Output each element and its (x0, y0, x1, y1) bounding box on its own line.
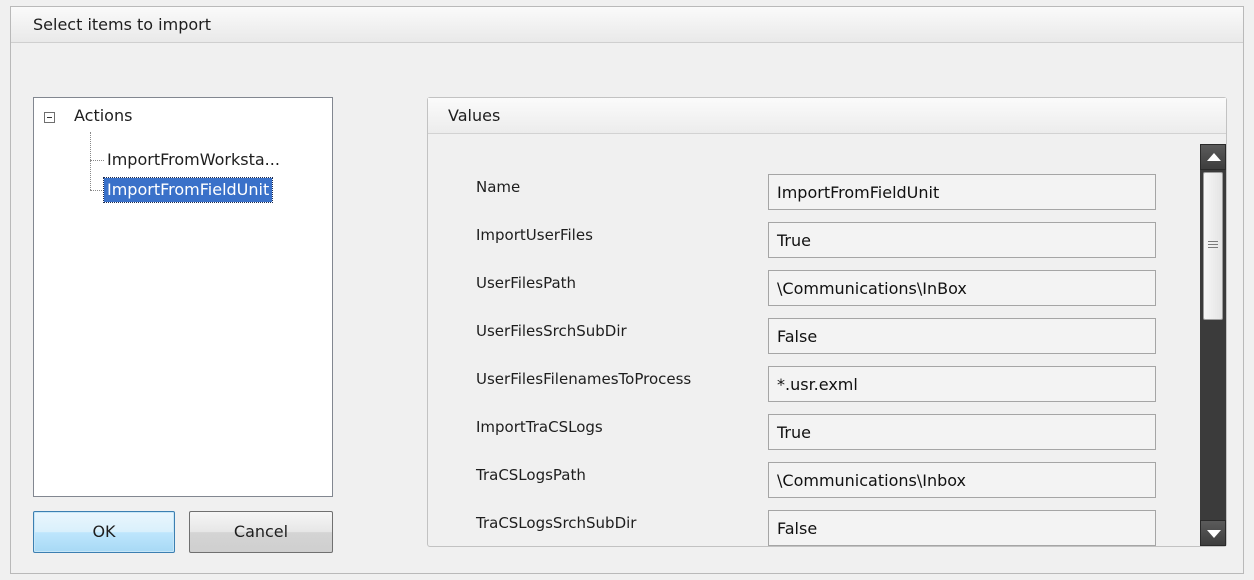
grip-icon (1208, 241, 1218, 242)
dialog-title: Select items to import (11, 7, 1243, 43)
value-row: TraCSLogsSrchSubDir False (428, 510, 1198, 546)
vertical-scrollbar[interactable] (1200, 144, 1226, 546)
tree-connector (90, 190, 104, 191)
value-field[interactable]: True (768, 414, 1156, 450)
tree-item-importfromworkstation[interactable]: ImportFromWorksta... (104, 148, 283, 172)
scroll-down-button[interactable] (1200, 520, 1226, 546)
value-row: UserFilesSrchSubDir False (428, 318, 1198, 366)
value-row: ImportTraCSLogs True (428, 414, 1198, 462)
arrow-up-icon (1207, 153, 1221, 161)
tree-connector (90, 160, 104, 161)
values-panel-title: Values (428, 98, 1226, 134)
collapse-minus-icon[interactable] (44, 112, 55, 123)
row-label: ImportUserFiles (476, 226, 593, 244)
tree-item-importfromfieldunit[interactable]: ImportFromFieldUnit (102, 177, 274, 203)
row-label: Name (476, 178, 521, 196)
tree-root-actions[interactable]: Actions (74, 106, 132, 125)
row-label: UserFilesSrchSubDir (476, 322, 627, 340)
row-label: TraCSLogsSrchSubDir (476, 514, 637, 532)
value-row: UserFilesFilenamesToProcess *.usr.exml (428, 366, 1198, 414)
cancel-button[interactable]: Cancel (189, 511, 333, 553)
value-row: TraCSLogsPath \Communications\Inbox (428, 462, 1198, 510)
scroll-up-button[interactable] (1200, 144, 1226, 170)
values-panel: Values Name ImportFromFieldUnit ImportUs… (427, 97, 1227, 547)
value-field[interactable]: \Communications\Inbox (768, 462, 1156, 498)
values-list: Name ImportFromFieldUnit ImportUserFiles… (428, 134, 1198, 546)
ok-button[interactable]: OK (33, 511, 175, 553)
grip-icon (1208, 247, 1218, 248)
grip-icon (1208, 244, 1218, 245)
value-row: ImportUserFiles True (428, 222, 1198, 270)
value-row: Name ImportFromFieldUnit (428, 174, 1198, 222)
import-dialog: Select items to import Actions ImportFro… (10, 6, 1244, 574)
value-field[interactable]: True (768, 222, 1156, 258)
actions-tree[interactable]: Actions ImportFromWorksta... ImportFromF… (33, 97, 333, 497)
value-field[interactable]: ImportFromFieldUnit (768, 174, 1156, 210)
row-label: UserFilesFilenamesToProcess (476, 370, 692, 388)
value-field[interactable]: False (768, 318, 1156, 354)
arrow-down-icon (1207, 530, 1221, 538)
value-field[interactable]: False (768, 510, 1156, 546)
row-label: UserFilesPath (476, 274, 577, 292)
value-field[interactable]: \Communications\InBox (768, 270, 1156, 306)
tree-connector (90, 132, 91, 190)
value-field[interactable]: *.usr.exml (768, 366, 1156, 402)
row-label: ImportTraCSLogs (476, 418, 603, 436)
scroll-thumb[interactable] (1203, 172, 1223, 320)
row-label: TraCSLogsPath (476, 466, 586, 484)
value-row: UserFilesPath \Communications\InBox (428, 270, 1198, 318)
